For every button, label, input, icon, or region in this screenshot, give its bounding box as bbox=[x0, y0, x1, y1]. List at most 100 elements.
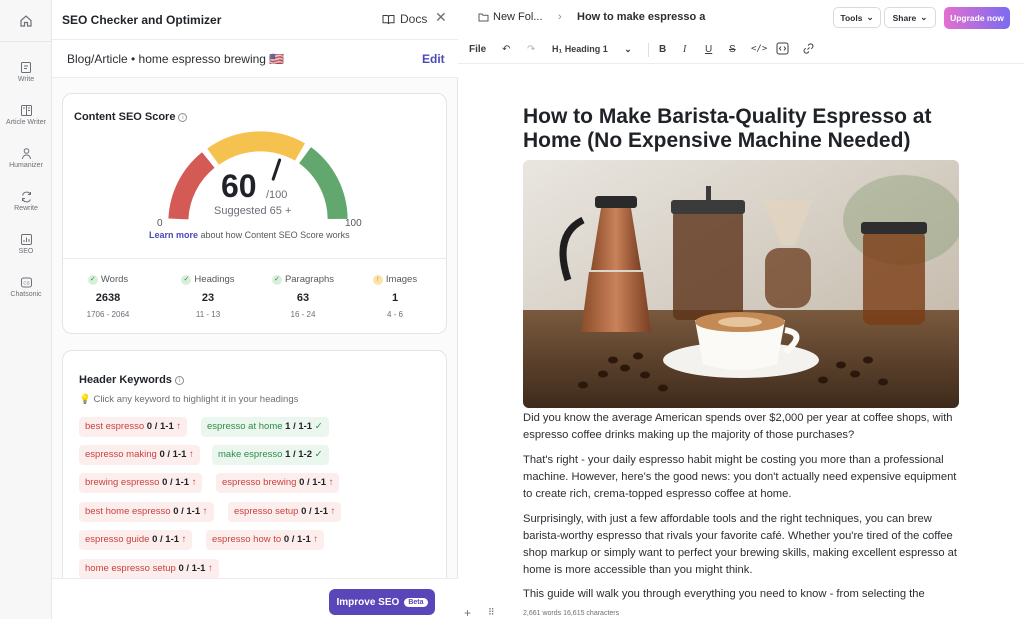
nav-label: Article Writer bbox=[6, 119, 46, 126]
keyword-chip[interactable]: brewing espresso 0 / 1-1 ↑ bbox=[79, 473, 203, 493]
paragraph[interactable]: Surprisingly, with just a few affordable… bbox=[523, 511, 963, 579]
info-icon[interactable]: i bbox=[178, 113, 188, 122]
arrow-up-icon: ↑ bbox=[208, 563, 213, 574]
share-button[interactable]: Share ⌄ bbox=[884, 7, 936, 28]
svg-text:CS: CS bbox=[23, 281, 29, 286]
keyword-chip[interactable]: espresso brewing 0 / 1-1 ↑ bbox=[216, 473, 340, 493]
italic-icon[interactable]: I bbox=[683, 44, 686, 55]
tools-button[interactable]: Tools ⌄ bbox=[833, 7, 881, 28]
chatsonic-icon: CS bbox=[20, 277, 32, 288]
keyword-chip[interactable]: espresso setup 0 / 1-1 ↑ bbox=[228, 502, 342, 522]
keywords-hint: 💡 Click any keyword to highlight it in y… bbox=[79, 394, 299, 405]
paragraph[interactable]: That's right - your daily espresso habit… bbox=[523, 452, 963, 503]
close-icon[interactable]: ✕ bbox=[435, 9, 447, 26]
bold-icon[interactable]: B bbox=[659, 44, 666, 55]
docs-button[interactable]: Docs bbox=[382, 12, 427, 26]
arrow-up-icon: ↑ bbox=[181, 534, 187, 545]
score-max-label: /100 bbox=[266, 189, 288, 201]
arrow-up-icon: ↑ bbox=[191, 477, 197, 488]
chevron-right-icon: › bbox=[558, 11, 562, 23]
nav-rewrite[interactable]: Rewrite bbox=[0, 181, 52, 221]
redo-icon[interactable]: ↷ bbox=[527, 44, 535, 55]
strikethrough-icon[interactable]: S bbox=[729, 44, 736, 55]
score-value: 60 bbox=[221, 168, 257, 204]
keyword-chip[interactable]: espresso guide 0 / 1-1 ↑ bbox=[79, 530, 193, 550]
learn-more-text: Learn more about how Content SEO Score w… bbox=[149, 230, 350, 240]
check-icon: ✓ bbox=[271, 274, 282, 285]
code-icon[interactable]: </> bbox=[751, 44, 767, 54]
gauge-min-label: 0 bbox=[157, 218, 163, 229]
paragraph[interactable]: This guide will walk you through everyth… bbox=[523, 586, 963, 603]
keyword-chip[interactable]: best espresso 0 / 1-1 ↑ bbox=[79, 417, 188, 437]
arrow-up-icon: ↑ bbox=[189, 449, 194, 460]
app-nav: Write Article Writer Humanizer Rewrite S… bbox=[0, 0, 52, 619]
arrow-up-icon: ↑ bbox=[328, 477, 334, 488]
arrow-up-icon: ↑ bbox=[202, 506, 208, 517]
home-icon bbox=[20, 14, 32, 27]
edit-topic-button[interactable]: Edit bbox=[422, 52, 445, 66]
nav-chatsonic[interactable]: CS Chatsonic bbox=[0, 267, 52, 307]
header-keywords-card: Header Keywords i 💡 Click any keyword to … bbox=[62, 350, 447, 590]
seo-score-card: Content SEO Score i 60 /100 Suggested 65 … bbox=[62, 93, 447, 334]
document-title[interactable]: How to Make Barista-Quality Espresso at … bbox=[523, 105, 953, 153]
stat-headings: ✓ Headings 23 11 - 13 bbox=[168, 274, 248, 319]
info-icon[interactable]: i bbox=[174, 376, 184, 385]
panel-footer: Improve SEO Beta bbox=[52, 578, 458, 619]
gauge-needle bbox=[271, 158, 282, 181]
divider bbox=[63, 258, 446, 259]
hero-image bbox=[523, 160, 959, 408]
add-block-icon[interactable]: + bbox=[464, 606, 471, 619]
write-icon bbox=[20, 62, 31, 73]
nav-seo[interactable]: SEO bbox=[0, 224, 52, 264]
code-block-icon[interactable] bbox=[776, 42, 789, 58]
nav-article-writer[interactable]: Article Writer bbox=[0, 95, 52, 135]
panel-header: SEO Checker and Optimizer Docs ✕ bbox=[52, 0, 458, 40]
nav-label: Chatsonic bbox=[10, 291, 42, 298]
editor-topbar: New Fol... › How to make espresso a Tool… bbox=[458, 0, 1024, 36]
score-title: Content SEO Score i bbox=[74, 111, 188, 123]
divider bbox=[648, 43, 649, 57]
arrow-up-icon: ↑ bbox=[313, 534, 319, 545]
file-menu[interactable]: File bbox=[469, 44, 486, 55]
chevron-down-icon: ⌄ bbox=[920, 12, 928, 22]
nav-humanizer[interactable]: Humanizer bbox=[0, 138, 52, 178]
nav-write[interactable]: Write bbox=[0, 52, 52, 92]
check-icon: ✓ bbox=[314, 421, 323, 432]
upgrade-button[interactable]: Upgrade now bbox=[944, 7, 1010, 29]
seo-icon bbox=[20, 234, 32, 245]
stat-images: ↑ Images 1 4 - 6 bbox=[355, 274, 435, 319]
keyword-chip[interactable]: make espresso 1 / 1-2 ✓ bbox=[212, 445, 329, 465]
drag-handle-icon[interactable]: ⠿ bbox=[488, 607, 495, 618]
document-editor: New Fol... › How to make espresso a Tool… bbox=[458, 0, 1024, 619]
learn-more-link[interactable]: Learn more bbox=[149, 230, 198, 240]
home-button[interactable] bbox=[0, 0, 52, 42]
check-icon: ✓ bbox=[314, 449, 323, 460]
topic-text: Blog/Article • home espresso brewing 🇺🇸 bbox=[67, 52, 285, 66]
keyword-chip[interactable]: espresso how to 0 / 1-1 ↑ bbox=[206, 530, 325, 550]
arrow-up-icon: ↑ bbox=[330, 506, 336, 517]
keyword-chip[interactable]: home espresso setup 0 / 1-1 ↑ bbox=[79, 559, 219, 579]
improve-seo-button[interactable]: Improve SEO Beta bbox=[329, 589, 435, 615]
nav-label: Rewrite bbox=[14, 205, 38, 212]
keywords-title: Header Keywords i bbox=[79, 374, 184, 386]
link-icon[interactable] bbox=[802, 42, 815, 58]
underline-icon[interactable]: U bbox=[705, 44, 712, 55]
stat-paragraphs: ✓ Paragraphs 63 16 - 24 bbox=[263, 274, 343, 319]
keyword-chip[interactable]: best home espresso 0 / 1-1 ↑ bbox=[79, 502, 214, 522]
undo-icon[interactable]: ↶ bbox=[502, 44, 510, 55]
stat-words: ✓ Words 2638 1706 - 2064 bbox=[86, 274, 130, 319]
score-gauge bbox=[168, 131, 348, 220]
gauge-green-segment bbox=[298, 147, 348, 220]
beta-badge: Beta bbox=[404, 597, 428, 607]
breadcrumb-document[interactable]: How to make espresso a bbox=[577, 11, 705, 23]
keyword-chip[interactable]: espresso making 0 / 1-1 ↑ bbox=[79, 445, 200, 465]
breadcrumb-folder[interactable]: New Fol... bbox=[493, 11, 543, 23]
heading-select[interactable]: H₁ Heading 1 ⌄ bbox=[552, 44, 632, 55]
topic-bar: Blog/Article • home espresso brewing 🇺🇸 … bbox=[52, 40, 458, 78]
paragraph[interactable]: Did you know the average American spends… bbox=[523, 410, 963, 444]
nav-label: SEO bbox=[18, 248, 34, 255]
book-icon bbox=[382, 14, 395, 24]
keyword-chip[interactable]: espresso at home 1 / 1-1 ✓ bbox=[201, 417, 329, 437]
word-count-status: 2,661 words 16,615 characters bbox=[523, 610, 620, 617]
gauge-max-label: 100 bbox=[345, 218, 362, 229]
